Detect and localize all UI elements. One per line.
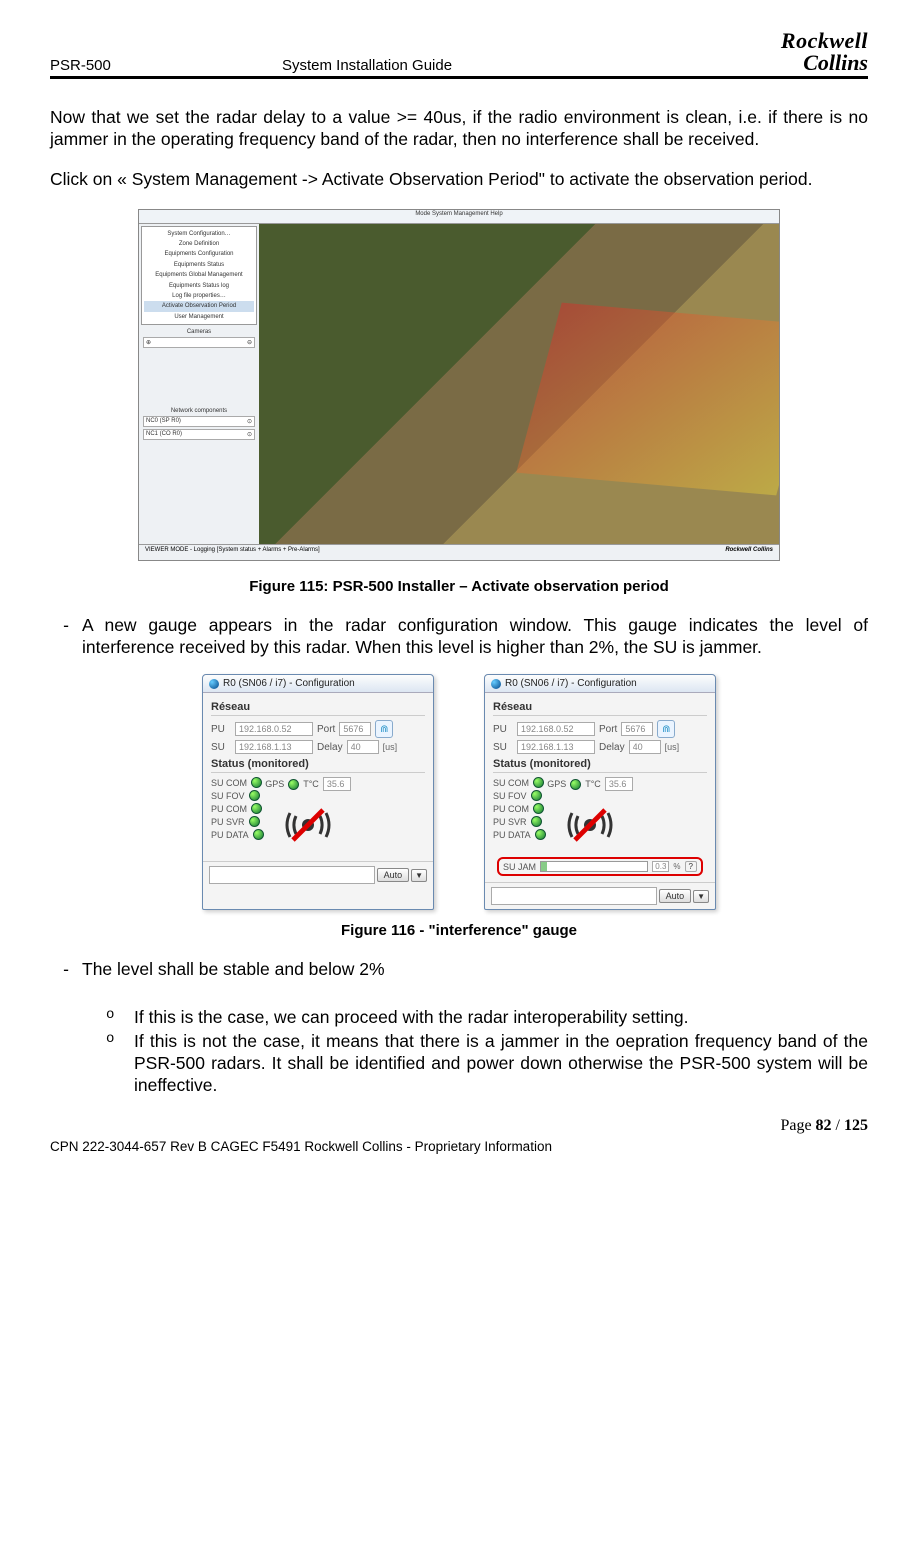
jam-value: 0.3 — [652, 861, 669, 872]
led-icon — [251, 803, 262, 814]
figure-115-caption: Figure 115: PSR-500 Installer – Activate… — [50, 578, 868, 595]
map-view — [259, 224, 779, 544]
menu-item: Equipments Status log — [144, 281, 254, 291]
radio-disabled-icon — [275, 795, 341, 855]
led-icon — [249, 816, 260, 827]
su-jam-gauge: SU JAM 0.3 % ? — [497, 857, 703, 876]
app-icon — [209, 679, 219, 689]
config-window-left: R0 (SN06 / i7) - Configuration Réseau PU… — [202, 674, 434, 910]
port-field[interactable] — [339, 722, 371, 736]
auto-button[interactable]: Auto — [659, 889, 692, 903]
cameras-section: Cameras ⊕⊖ — [143, 329, 255, 348]
led-icon — [570, 779, 581, 790]
sub-bullet-jammer: o If this is not the case, it means that… — [106, 1031, 868, 1097]
logo-bottom: Collins — [803, 52, 868, 74]
app-menubar: Mode System Management Help — [139, 210, 779, 224]
side-panel: System Configuration… Zone Definition Eq… — [139, 224, 260, 560]
bullet-level-stable: - The level shall be stable and below 2% — [50, 959, 868, 981]
led-icon — [288, 779, 299, 790]
header-center: System Installation Guide — [282, 57, 452, 74]
footer-line: CPN 222-3044-657 Rev B CAGEC F5491 Rockw… — [50, 1139, 868, 1154]
titlebar: R0 (SN06 / i7) - Configuration — [203, 675, 433, 693]
menu-item: Equipments Configuration — [144, 249, 254, 259]
jam-bar — [540, 861, 648, 872]
figure-115: Mode System Management Help System Confi… — [50, 209, 868, 566]
bullet-new-gauge: - A new gauge appears in the radar confi… — [50, 615, 868, 659]
led-icon — [253, 829, 264, 840]
wifi-icon[interactable]: ⋒ — [657, 720, 675, 738]
status-leds: SU COM SU FOV PU COM PU SVR PU DATA — [211, 777, 267, 855]
section-status: Status (monitored) — [211, 758, 425, 773]
paragraph-1: Now that we set the radar delay to a val… — [50, 107, 868, 151]
section-network: Réseau — [211, 701, 425, 716]
menu-item: Equipments Global Management — [144, 270, 254, 280]
port-field[interactable] — [621, 722, 653, 736]
section-status: Status (monitored) — [493, 758, 707, 773]
logo-top: Rockwell — [763, 30, 868, 52]
wifi-icon[interactable]: ⋒ — [375, 720, 393, 738]
bottom-field[interactable] — [209, 866, 375, 884]
led-icon — [531, 816, 542, 827]
bottom-field[interactable] — [491, 887, 657, 905]
dropdown-button[interactable]: ▼ — [411, 869, 427, 882]
led-icon — [533, 803, 544, 814]
app-icon — [491, 679, 501, 689]
system-management-menu: System Configuration… Zone Definition Eq… — [141, 226, 257, 326]
su-ip-field[interactable] — [517, 740, 595, 754]
status-leds: SU COM SU FOV PU COM PU SVR PU DATA — [493, 777, 549, 855]
auto-button[interactable]: Auto — [377, 868, 410, 882]
detection-zone-overlay — [516, 302, 780, 495]
menu-item-activate-observation: Activate Observation Period — [144, 301, 254, 311]
network-section: Network components NC0 (SP R0)⊙ NC1 (CO … — [143, 408, 255, 440]
dropdown-button[interactable]: ▼ — [693, 890, 709, 903]
menu-item: System Configuration… — [144, 229, 254, 239]
status-bar: VIEWER MODE - Logging [System status + A… — [139, 544, 779, 560]
section-network: Réseau — [493, 701, 707, 716]
screenshot-installer: Mode System Management Help System Confi… — [138, 209, 780, 561]
header-left: PSR-500 — [50, 57, 111, 74]
delay-field[interactable] — [629, 740, 661, 754]
temp-field — [605, 777, 633, 791]
led-icon — [249, 790, 260, 801]
pu-ip-field[interactable] — [235, 722, 313, 736]
config-window-right: R0 (SN06 / i7) - Configuration Réseau PU… — [484, 674, 716, 910]
figure-116: R0 (SN06 / i7) - Configuration Réseau PU… — [50, 674, 868, 910]
figure-116-caption: Figure 116 - "interference" gauge — [50, 922, 868, 939]
su-ip-field[interactable] — [235, 740, 313, 754]
led-icon — [251, 777, 262, 788]
jam-help-button[interactable]: ? — [685, 861, 697, 872]
led-icon — [533, 777, 544, 788]
page-header: PSR-500 System Installation Guide Rockwe… — [50, 30, 868, 79]
page-number: Page 82 / 125 — [50, 1117, 868, 1135]
paragraph-2: Click on « System Management -> Activate… — [50, 169, 868, 191]
temp-field — [323, 777, 351, 791]
sub-bullet-proceed: o If this is the case, we can proceed wi… — [106, 1007, 868, 1029]
radio-disabled-icon — [557, 795, 623, 855]
menu-item: Equipments Status — [144, 260, 254, 270]
led-icon — [531, 790, 542, 801]
menu-item: Zone Definition — [144, 239, 254, 249]
delay-field[interactable] — [347, 740, 379, 754]
rockwell-collins-logo: Rockwell Collins — [763, 30, 868, 74]
titlebar: R0 (SN06 / i7) - Configuration — [485, 675, 715, 693]
menu-item: User Management — [144, 312, 254, 322]
led-icon — [535, 829, 546, 840]
pu-ip-field[interactable] — [517, 722, 595, 736]
menu-item: Log file properties… — [144, 291, 254, 301]
